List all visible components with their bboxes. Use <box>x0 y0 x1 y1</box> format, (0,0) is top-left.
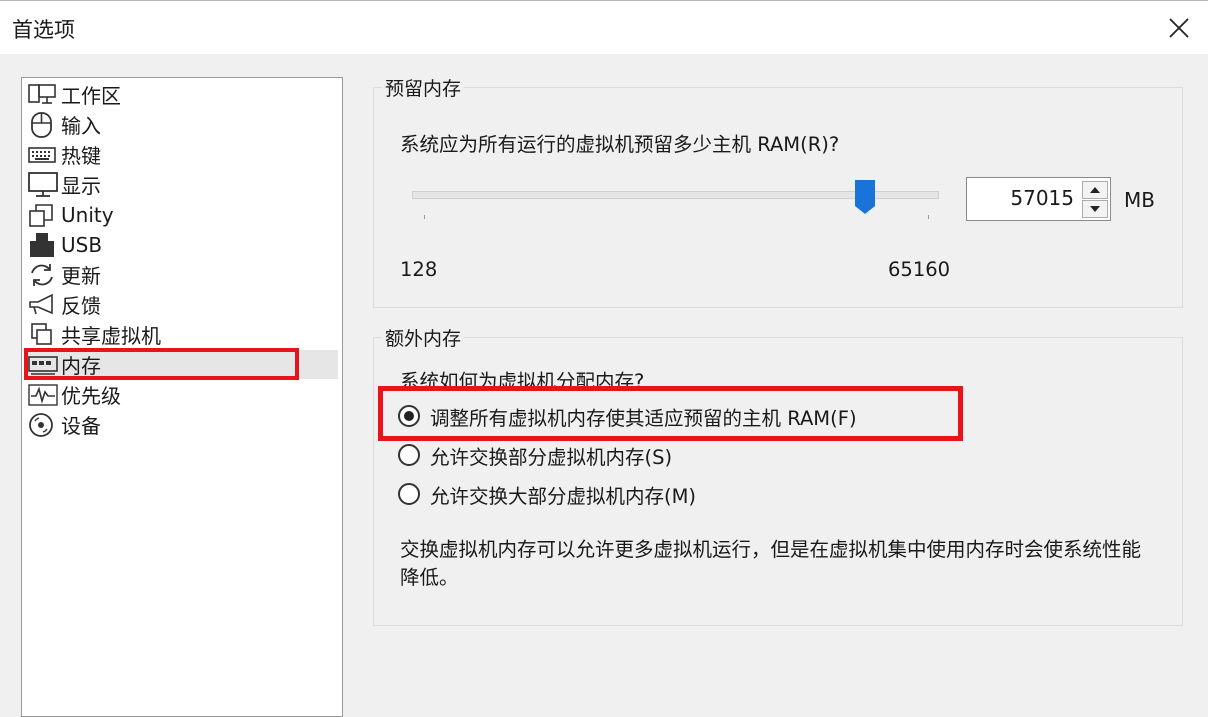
sidebar-item-display[interactable]: 显示 <box>28 170 338 199</box>
radio-swap-some[interactable]: 允许交换部分虚拟机内存(S) <box>398 440 672 470</box>
shared-vm-icon <box>28 322 58 348</box>
radio-label: 允许交换大部分虚拟机内存(M) <box>430 484 697 508</box>
title-bar: 首选项 <box>0 0 1208 54</box>
memory-value-input[interactable]: 57015 <box>966 177 1111 221</box>
sidebar-item-label: 反馈 <box>61 294 101 318</box>
sidebar-item-hotkeys[interactable]: 热键 <box>28 140 338 169</box>
update-icon <box>28 262 58 288</box>
sidebar-item-label: 工作区 <box>61 84 121 108</box>
sidebar-item-devices[interactable]: 设备 <box>28 410 338 439</box>
sidebar-item-label: 更新 <box>61 264 101 288</box>
workspace-icon <box>28 82 58 108</box>
sidebar-item-workspace[interactable]: 工作区 <box>28 80 338 109</box>
radio-fit-reserved-ram[interactable]: 调整所有虚拟机内存使其适应预留的主机 RAM(F) <box>398 401 857 431</box>
usb-icon <box>28 232 58 258</box>
slider-tick-max <box>928 215 929 219</box>
slider-min-label: 128 <box>400 258 438 281</box>
sidebar-item-label: 热键 <box>61 144 101 168</box>
memory-value: 57015 <box>1010 186 1074 210</box>
additional-memory-question: 系统如何为虚拟机分配内存? <box>400 370 645 393</box>
sidebar-item-input[interactable]: 输入 <box>28 110 338 139</box>
reserved-memory-title: 预留内存 <box>382 74 465 101</box>
close-button[interactable] <box>1164 13 1194 43</box>
devices-icon <box>28 412 58 438</box>
memory-slider-thumb[interactable] <box>852 178 878 216</box>
monitor-icon <box>28 171 58 198</box>
sidebar-item-label: Unity <box>61 202 114 227</box>
unity-icon <box>28 202 58 228</box>
sidebar-item-memory[interactable]: 内存 <box>28 350 338 379</box>
sidebar-item-shared-vms[interactable]: 共享虚拟机 <box>28 320 338 349</box>
window-title: 首选项 <box>12 18 75 42</box>
close-icon <box>1169 18 1189 38</box>
sidebar-item-label: 共享虚拟机 <box>61 324 161 348</box>
sidebar-item-label: USB <box>61 232 103 257</box>
sidebar-item-label: 设备 <box>61 414 101 438</box>
spin-down-button[interactable] <box>1082 200 1108 218</box>
sidebar-item-label: 优先级 <box>61 384 121 408</box>
radio-label: 调整所有虚拟机内存使其适应预留的主机 RAM(F) <box>430 406 857 430</box>
sidebar-item-label: 输入 <box>61 114 101 138</box>
preferences-sidebar: 工作区 输入 热键 显示 Unity USB 更新 反馈 共享虚拟机 内存 优先… <box>21 77 343 717</box>
slider-max-label: 65160 <box>888 258 951 281</box>
radio-button[interactable] <box>398 483 420 505</box>
swap-description: 交换虚拟机内存可以允许更多虚拟机运行，但是在虚拟机集中使用内存时会使系统性能降低… <box>400 538 1142 589</box>
radio-label: 允许交换部分虚拟机内存(S) <box>430 445 673 469</box>
chevron-down-icon <box>1090 206 1100 212</box>
priority-icon <box>28 382 58 408</box>
sidebar-item-label: 内存 <box>61 354 101 378</box>
megaphone-icon <box>28 292 58 318</box>
memory-unit: MB <box>1124 188 1155 212</box>
keyboard-icon <box>28 142 58 168</box>
sidebar-item-label: 显示 <box>61 174 101 198</box>
mouse-icon <box>28 111 58 138</box>
slider-tick-min <box>424 215 425 219</box>
sidebar-item-usb[interactable]: USB <box>28 230 338 259</box>
additional-memory-title: 额外内存 <box>382 324 465 351</box>
radio-swap-most[interactable]: 允许交换大部分虚拟机内存(M) <box>398 479 696 509</box>
sidebar-item-unity[interactable]: Unity <box>28 200 338 229</box>
sidebar-item-update[interactable]: 更新 <box>28 260 338 289</box>
reserved-memory-question: 系统应为所有运行的虚拟机预留多少主机 RAM(R)? <box>400 133 840 156</box>
chevron-up-icon <box>1090 187 1100 193</box>
radio-button-checked[interactable] <box>398 405 420 427</box>
radio-button[interactable] <box>398 444 420 466</box>
sidebar-item-priority[interactable]: 优先级 <box>28 380 338 409</box>
sidebar-item-feedback[interactable]: 反馈 <box>28 290 338 319</box>
memory-icon <box>28 352 58 378</box>
spin-up-button[interactable] <box>1082 181 1108 199</box>
